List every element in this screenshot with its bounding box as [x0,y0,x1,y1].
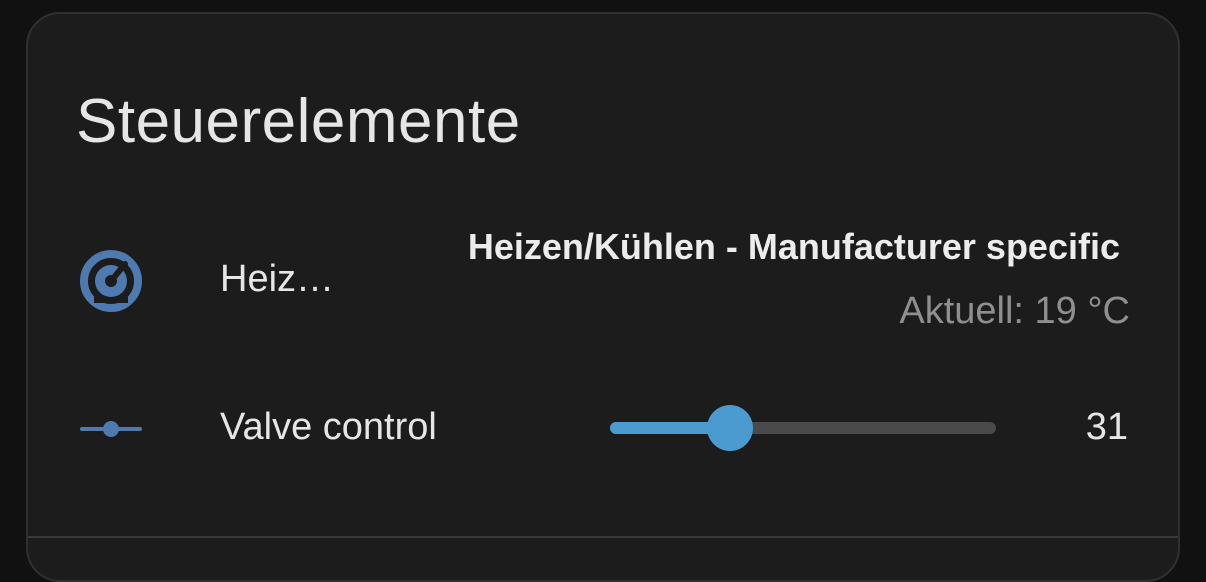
slider-thumb[interactable] [707,405,753,451]
valve-control-slider[interactable] [610,405,996,451]
current-temperature: Aktuell: 19 °C [899,290,1130,332]
thermostat-dial-icon[interactable] [80,250,142,312]
valve-control-label[interactable]: Valve control [220,406,437,449]
slider-icon [80,421,142,437]
heating-entity-name[interactable]: Heiz… [220,258,334,301]
heating-mode-state[interactable]: Heizen/Kühlen - Manufacturer specific [468,226,1120,268]
card-title: Steuerelemente [76,87,521,156]
valve-control-value: 31 [1085,406,1128,448]
card-divider [28,536,1178,538]
